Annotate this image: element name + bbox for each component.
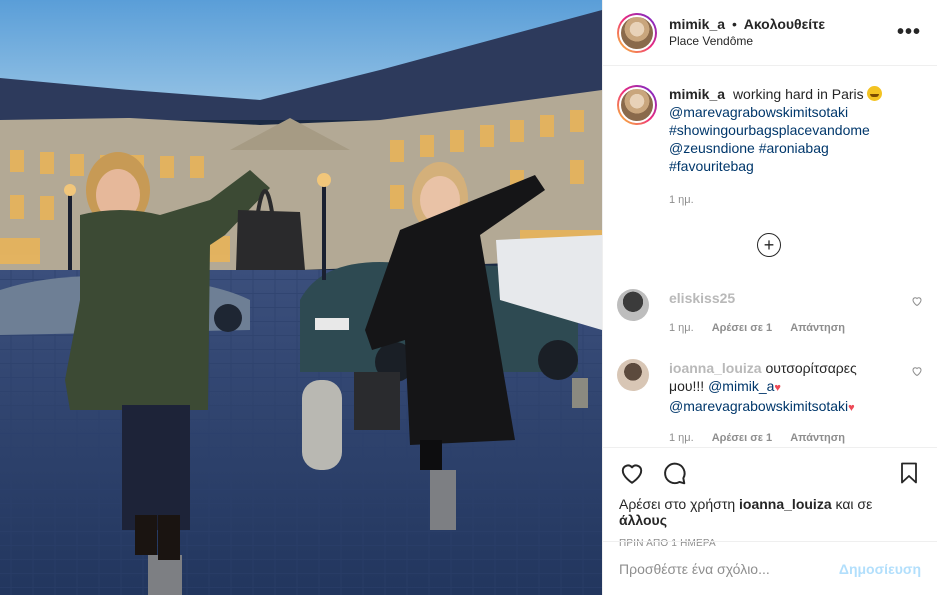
- comment-icon[interactable]: [661, 460, 687, 486]
- comments-list[interactable]: mimik_a working hard in Paris @marevagra…: [603, 67, 937, 447]
- author-username[interactable]: mimik_a: [669, 16, 725, 32]
- following-button[interactable]: Ακολουθείτε: [744, 16, 825, 32]
- comment-username[interactable]: ioanna_louiza: [669, 360, 762, 376]
- location-link[interactable]: Place Vendôme: [669, 34, 825, 49]
- likes-others-link[interactable]: άλλους: [619, 512, 667, 528]
- comment-username[interactable]: eliskiss25: [669, 290, 735, 306]
- comment-time[interactable]: 1 ημ.: [669, 429, 694, 447]
- heart-icon[interactable]: [619, 460, 645, 486]
- likes-prefix: Αρέσει στο χρήστη: [619, 496, 736, 512]
- add-comment-bar: Δημοσίευση: [603, 541, 937, 595]
- caption-mention-1[interactable]: @marevagrabowskimitsotaki: [669, 104, 848, 120]
- caption-avatar[interactable]: [617, 85, 657, 125]
- author-avatar[interactable]: [617, 12, 657, 53]
- caption-mention-2[interactable]: @zeusndione: [669, 140, 755, 156]
- caption-hashtag-1[interactable]: #showingourbagsplacevandome: [669, 122, 870, 138]
- bookmark-icon[interactable]: [897, 460, 921, 486]
- likes-user-link[interactable]: ioanna_louiza: [739, 496, 832, 512]
- caption-hashtag-2[interactable]: #aroniabag: [759, 140, 829, 156]
- plus-circle-icon[interactable]: +: [757, 233, 781, 257]
- likes-summary: Αρέσει στο χρήστη ioanna_louiza και σε ά…: [619, 496, 921, 528]
- likes-suffix: και σε: [835, 496, 873, 512]
- post-side-panel: mimik_a • Ακολουθείτε Place Vendôme ••• …: [602, 0, 937, 595]
- post-photo[interactable]: [0, 0, 602, 595]
- more-icon[interactable]: •••: [897, 22, 921, 42]
- comment-meta: 1 ημ. Αρέσει σε 1 Απάντηση: [669, 429, 879, 447]
- post-actions: Αρέσει στο χρήστη ioanna_louiza και σε ά…: [603, 447, 937, 549]
- comment-mention-2[interactable]: @marevagrabowskimitsotaki: [669, 398, 848, 414]
- comment-item: eliskiss25 1 ημ. Αρέσει σε 1 Απάντηση: [617, 289, 923, 337]
- caption-username[interactable]: mimik_a: [669, 86, 725, 102]
- comment-avatar[interactable]: [617, 359, 649, 391]
- comment-item: ioanna_louiza ουτσορίτσαρες μου!!! @mimi…: [617, 359, 923, 447]
- caption-time[interactable]: 1 ημ.: [669, 191, 882, 209]
- comment-heart-icon[interactable]: [911, 295, 923, 307]
- reply-button[interactable]: Απάντηση: [790, 429, 845, 447]
- comment-input[interactable]: [619, 560, 839, 577]
- post-comment-button[interactable]: Δημοσίευση: [839, 561, 921, 577]
- comment-avatar[interactable]: [617, 289, 649, 321]
- caption: mimik_a working hard in Paris @marevagra…: [603, 67, 937, 209]
- red-heart-icon: ♥: [848, 402, 855, 414]
- comment-likes[interactable]: Αρέσει σε 1: [712, 319, 773, 337]
- laughing-emoji-icon: [866, 86, 882, 101]
- comment-meta: 1 ημ. Αρέσει σε 1 Απάντηση: [669, 319, 879, 337]
- comment-likes[interactable]: Αρέσει σε 1: [712, 429, 773, 447]
- comment-mention-1[interactable]: @mimik_a: [708, 378, 774, 394]
- separator-dot: •: [731, 16, 737, 33]
- caption-hashtag-3[interactable]: #favouritebag: [669, 158, 754, 174]
- red-heart-icon: ♥: [774, 382, 781, 394]
- post-header: mimik_a • Ακολουθείτε Place Vendôme •••: [603, 0, 937, 66]
- reply-button[interactable]: Απάντηση: [790, 319, 845, 337]
- comment-heart-icon[interactable]: [911, 365, 923, 377]
- photo-illustration: [0, 0, 602, 595]
- comment-time[interactable]: 1 ημ.: [669, 319, 694, 337]
- caption-text: working hard in Paris: [732, 86, 864, 102]
